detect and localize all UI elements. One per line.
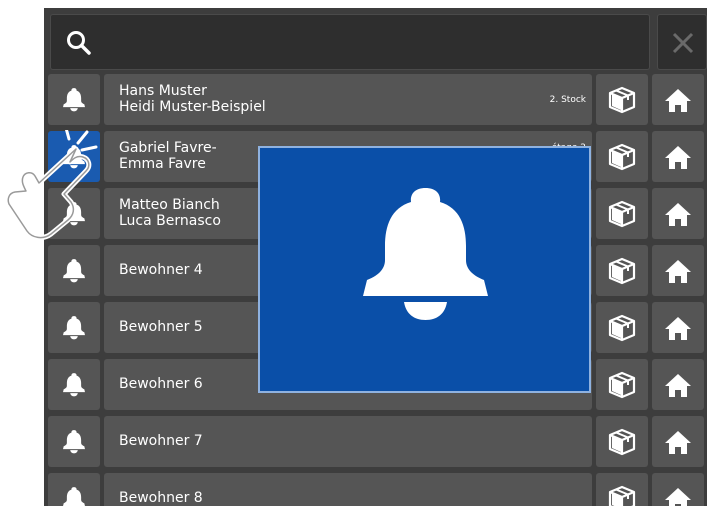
home-icon <box>665 373 691 397</box>
resident-names: Bewohner 4 <box>119 262 203 278</box>
bell-icon <box>63 258 85 282</box>
bell-icon <box>63 372 85 396</box>
home-icon <box>665 88 691 112</box>
package-button[interactable] <box>596 473 648 506</box>
resident-row: Bewohner 7 <box>44 416 707 467</box>
resident-names: Bewohner 6 <box>119 376 203 392</box>
home-button[interactable] <box>652 74 704 125</box>
resident-name-2: Emma Favre <box>119 156 206 172</box>
home-icon <box>665 259 691 283</box>
home-button[interactable] <box>652 473 704 506</box>
package-button[interactable] <box>596 359 648 410</box>
home-icon <box>665 430 691 454</box>
intercom-panel: Hans Muster Heidi Muster-Beispiel 2. Stock… <box>44 8 707 506</box>
bell-icon <box>63 87 85 111</box>
ring-bell-button[interactable] <box>48 473 100 506</box>
ring-bell-button[interactable] <box>48 245 100 296</box>
resident-name-1: Bewohner 4 <box>119 262 203 278</box>
search-input[interactable] <box>50 14 650 70</box>
package-icon <box>608 143 636 170</box>
resident-name-2: Luca Bernasco <box>119 213 221 229</box>
close-icon <box>672 32 694 54</box>
resident-name-1: Bewohner 5 <box>119 319 203 335</box>
resident-name-cell[interactable]: Bewohner 7 <box>104 416 592 467</box>
resident-name-cell[interactable]: Bewohner 8 <box>104 473 592 506</box>
package-icon <box>608 371 636 398</box>
resident-names: Hans Muster Heidi Muster-Beispiel <box>119 83 266 115</box>
resident-name-1: Matteo Bianch <box>119 197 220 213</box>
package-icon <box>608 314 636 341</box>
home-button[interactable] <box>652 302 704 353</box>
package-icon <box>608 86 636 113</box>
home-button[interactable] <box>652 131 704 182</box>
resident-names: Gabriel Favre- Emma Favre <box>119 140 217 172</box>
ring-bell-button[interactable] <box>48 74 100 125</box>
resident-names: Matteo Bianch Luca Bernasco <box>119 197 221 229</box>
package-button[interactable] <box>596 131 648 182</box>
ring-bell-button[interactable] <box>48 302 100 353</box>
floor-text: 2. Stock <box>549 95 586 105</box>
bell-icon <box>363 188 488 320</box>
package-icon <box>608 428 636 455</box>
home-button[interactable] <box>652 359 704 410</box>
package-button[interactable] <box>596 245 648 296</box>
resident-name-1: Bewohner 6 <box>119 376 203 392</box>
package-button[interactable] <box>596 302 648 353</box>
home-icon <box>665 487 691 506</box>
bell-icon <box>63 429 85 453</box>
ringing-dialog[interactable] <box>258 146 591 393</box>
home-button[interactable] <box>652 188 704 239</box>
home-button[interactable] <box>652 245 704 296</box>
bell-icon <box>63 315 85 339</box>
tap-hand-icon <box>6 130 98 241</box>
resident-names: Bewohner 8 <box>119 490 203 506</box>
resident-name-2: Heidi Muster-Beispiel <box>119 99 266 115</box>
ring-bell-button[interactable] <box>48 359 100 410</box>
resident-row: Bewohner 8 <box>44 473 707 506</box>
resident-names: Bewohner 5 <box>119 319 203 335</box>
bell-icon <box>63 486 85 506</box>
home-button[interactable] <box>652 416 704 467</box>
ring-bell-button[interactable] <box>48 416 100 467</box>
floor-label: 2. Stock <box>550 93 586 107</box>
resident-name-cell[interactable]: Hans Muster Heidi Muster-Beispiel 2. Stock <box>104 74 592 125</box>
resident-name-1: Gabriel Favre- <box>119 140 217 156</box>
home-icon <box>665 145 691 169</box>
search-icon <box>67 31 91 55</box>
package-icon <box>608 485 636 506</box>
resident-name-1: Hans Muster <box>119 83 207 99</box>
home-icon <box>665 202 691 226</box>
resident-name-1: Bewohner 8 <box>119 490 203 506</box>
package-icon <box>608 200 636 227</box>
package-button[interactable] <box>596 74 648 125</box>
package-button[interactable] <box>596 416 648 467</box>
package-button[interactable] <box>596 188 648 239</box>
resident-name-1: Bewohner 7 <box>119 433 203 449</box>
clear-search-button[interactable] <box>657 14 707 70</box>
home-icon <box>665 316 691 340</box>
package-icon <box>608 257 636 284</box>
resident-row: Hans Muster Heidi Muster-Beispiel 2. Stock <box>44 74 707 125</box>
resident-names: Bewohner 7 <box>119 433 203 449</box>
